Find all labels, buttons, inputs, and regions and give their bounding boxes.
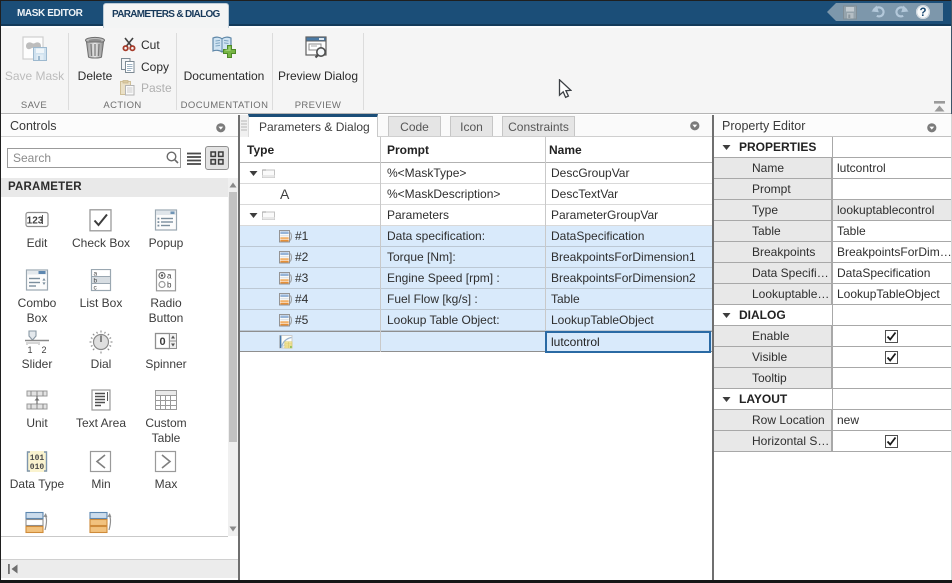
svg-text:b: b: [167, 281, 172, 290]
svg-text:b: b: [94, 278, 98, 285]
svg-text:2: 2: [41, 345, 46, 354]
svg-text:010: 010: [30, 463, 45, 472]
svg-text:0: 0: [159, 336, 165, 348]
svg-text:?: ?: [919, 7, 926, 19]
svg-text:a: a: [94, 271, 98, 278]
svg-text:101: 101: [30, 454, 45, 463]
svg-text:123: 123: [27, 216, 44, 227]
svg-text:1: 1: [27, 345, 32, 354]
svg-text:a: a: [167, 272, 172, 281]
